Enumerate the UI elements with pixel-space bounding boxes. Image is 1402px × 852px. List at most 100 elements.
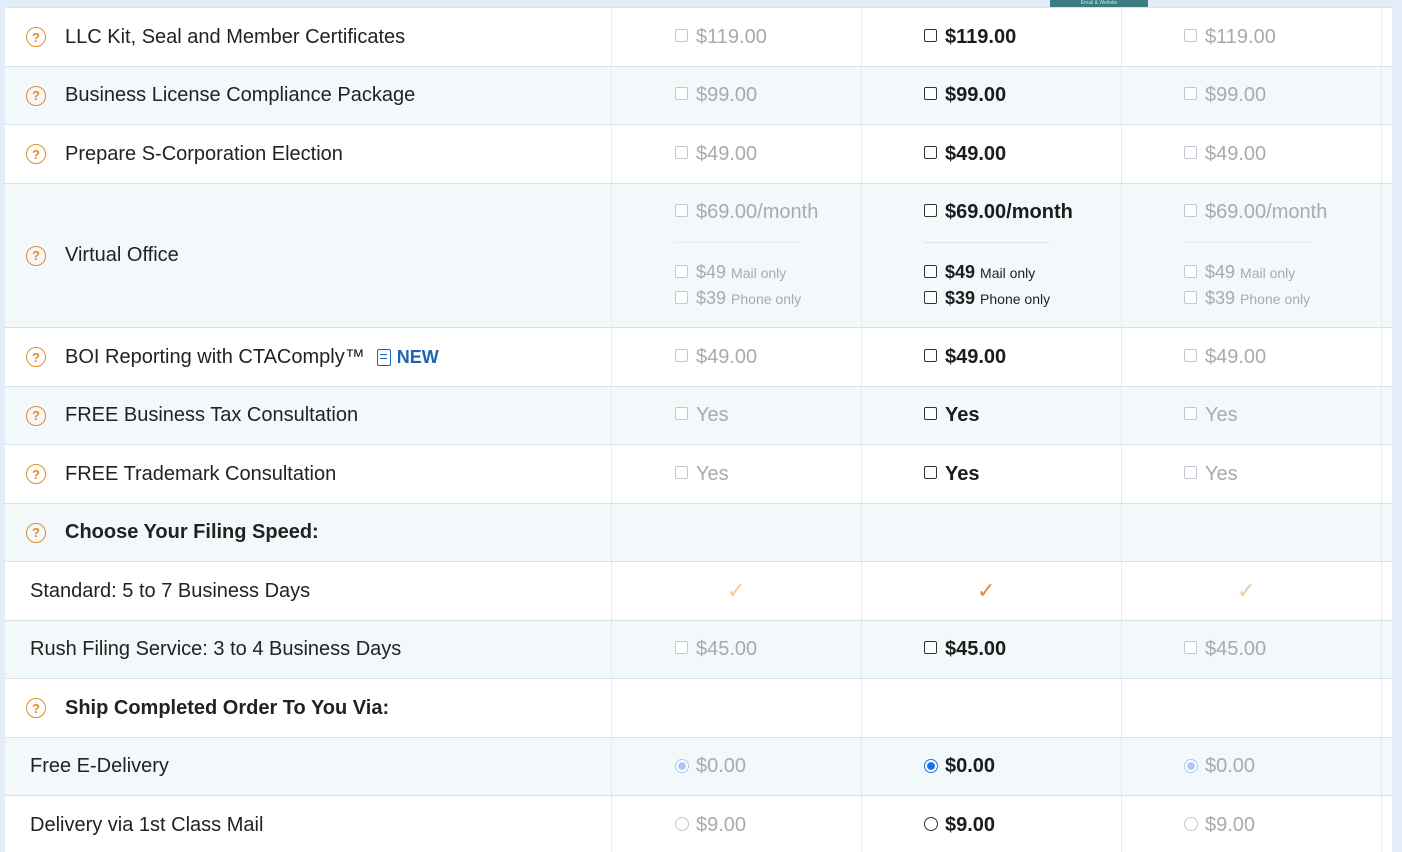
checkbox[interactable] (675, 465, 688, 479)
option-radio[interactable]: $0.00 (1184, 755, 1255, 778)
checkbox[interactable] (1184, 407, 1197, 420)
option-checkbox[interactable]: $49.00 (1184, 346, 1266, 369)
checkbox[interactable] (924, 145, 937, 159)
checkbox[interactable] (675, 204, 688, 217)
option-checkbox[interactable]: $49.00 (675, 143, 757, 166)
row-label: ? BOI Reporting with CTAComply™ NEW (5, 328, 612, 386)
price: $49 (1205, 262, 1236, 282)
checkmark-icon: ✓ (977, 578, 996, 603)
sub-option-checkbox[interactable]: $49 Mail only (924, 262, 1035, 283)
option-checkbox[interactable]: Yes (675, 463, 729, 486)
checkbox[interactable] (675, 87, 688, 100)
value: Yes (945, 462, 980, 485)
checkbox[interactable] (1184, 145, 1197, 159)
price: $49.00 (696, 142, 758, 165)
checkbox[interactable] (1184, 348, 1197, 362)
price: $69.00/month (696, 201, 819, 223)
checkbox[interactable] (924, 204, 937, 217)
sub-option-checkbox[interactable]: $39 Phone only (924, 288, 1050, 309)
option-checkbox[interactable]: $45.00 (924, 638, 1006, 661)
option-radio[interactable]: $0.00 (675, 755, 746, 778)
sub-option-checkbox[interactable]: $49 Mail only (1184, 262, 1295, 283)
radio-button[interactable] (1184, 758, 1198, 773)
option-radio[interactable]: $0.00 (924, 755, 995, 778)
option-checkbox[interactable]: $45.00 (675, 638, 757, 661)
checkbox[interactable] (924, 265, 937, 278)
checkbox[interactable] (924, 291, 937, 304)
option-radio[interactable]: $9.00 (675, 814, 746, 837)
option-checkbox[interactable]: $69.00/month (675, 201, 818, 224)
help-icon[interactable]: ? (26, 347, 46, 367)
option-checkbox[interactable]: $99.00 (924, 84, 1006, 107)
help-icon[interactable]: ? (26, 85, 46, 106)
option-checkbox[interactable]: $99.00 (1184, 84, 1266, 107)
help-icon[interactable]: ? (26, 245, 46, 266)
checkbox[interactable] (924, 348, 937, 362)
option-checkbox[interactable]: $49.00 (924, 346, 1006, 369)
row-label-text: Free E-Delivery (30, 755, 169, 777)
sub-option-checkbox[interactable]: $49 Mail only (675, 262, 786, 283)
radio-button[interactable] (675, 758, 689, 773)
help-icon[interactable]: ? (26, 522, 46, 543)
radio-button[interactable] (924, 758, 938, 773)
checkbox[interactable] (675, 641, 688, 654)
option-checkbox[interactable]: $45.00 (1184, 638, 1266, 661)
checkbox[interactable] (675, 28, 688, 42)
option-checkbox[interactable]: $119.00 (924, 26, 1016, 49)
value: Yes (696, 404, 729, 426)
option-checkbox[interactable]: $99.00 (675, 84, 757, 107)
checkbox[interactable] (675, 145, 688, 159)
row-label: ? FREE Business Tax Consultation (5, 387, 612, 444)
price: $39 (945, 288, 976, 308)
sub-option-checkbox[interactable]: $39 Phone only (675, 288, 801, 309)
new-badge-label: NEW (396, 346, 439, 367)
help-icon[interactable]: ? (26, 144, 46, 164)
price: $39 (696, 288, 727, 308)
option-checkbox[interactable]: $49.00 (924, 143, 1006, 166)
radio-button[interactable] (675, 817, 689, 831)
radio-button[interactable] (1184, 817, 1198, 831)
option-checkbox[interactable]: $69.00/month (924, 201, 1073, 224)
checkbox[interactable] (675, 348, 688, 362)
help-icon[interactable]: ? (26, 405, 46, 426)
help-icon[interactable]: ? (26, 464, 46, 484)
checkbox[interactable] (1184, 641, 1197, 654)
checkbox[interactable] (924, 87, 937, 100)
option-checkbox[interactable]: Yes (1184, 404, 1238, 427)
checkbox[interactable] (1184, 204, 1197, 217)
help-icon[interactable]: ? (26, 27, 46, 47)
price: $49 (696, 262, 727, 282)
checkbox[interactable] (924, 641, 937, 654)
option-checkbox[interactable]: $49.00 (1184, 143, 1266, 166)
checkbox[interactable] (1184, 87, 1197, 100)
checkbox[interactable] (924, 465, 937, 479)
option-checkbox[interactable]: Yes (924, 404, 979, 427)
help-icon[interactable]: ? (26, 698, 46, 718)
checkbox[interactable] (924, 407, 937, 420)
row-label: ? Ship Completed Order To You Via: (5, 679, 612, 737)
checkbox[interactable] (1184, 265, 1197, 278)
option-checkbox[interactable]: Yes (924, 463, 979, 486)
checkbox[interactable] (675, 291, 688, 304)
checkbox[interactable] (1184, 291, 1197, 304)
price: $119.00 (945, 25, 1017, 48)
option-checkbox[interactable]: $49.00 (675, 346, 757, 369)
option-checkbox[interactable]: Yes (675, 404, 729, 427)
sub-option-checkbox[interactable]: $39 Phone only (1184, 288, 1310, 309)
option-checkbox[interactable]: $119.00 (675, 26, 767, 49)
checkbox[interactable] (1184, 465, 1197, 479)
checkbox[interactable] (675, 407, 688, 420)
checkmark-icon: ✓ (1237, 578, 1256, 603)
option-checkbox[interactable]: $69.00/month (1184, 201, 1327, 224)
price: $49.00 (945, 345, 1007, 368)
option-checkbox[interactable]: Yes (1184, 463, 1238, 486)
checkbox[interactable] (675, 265, 688, 278)
option-radio[interactable]: $9.00 (1184, 814, 1255, 837)
price: $49.00 (945, 142, 1007, 165)
checkbox[interactable] (1184, 28, 1197, 42)
table-row: Free E-Delivery $0.00 $0.00 $0.00 (5, 738, 1392, 796)
radio-button[interactable] (924, 817, 938, 831)
checkbox[interactable] (924, 28, 937, 42)
option-radio[interactable]: $9.00 (924, 814, 995, 837)
option-checkbox[interactable]: $119.00 (1184, 26, 1276, 49)
